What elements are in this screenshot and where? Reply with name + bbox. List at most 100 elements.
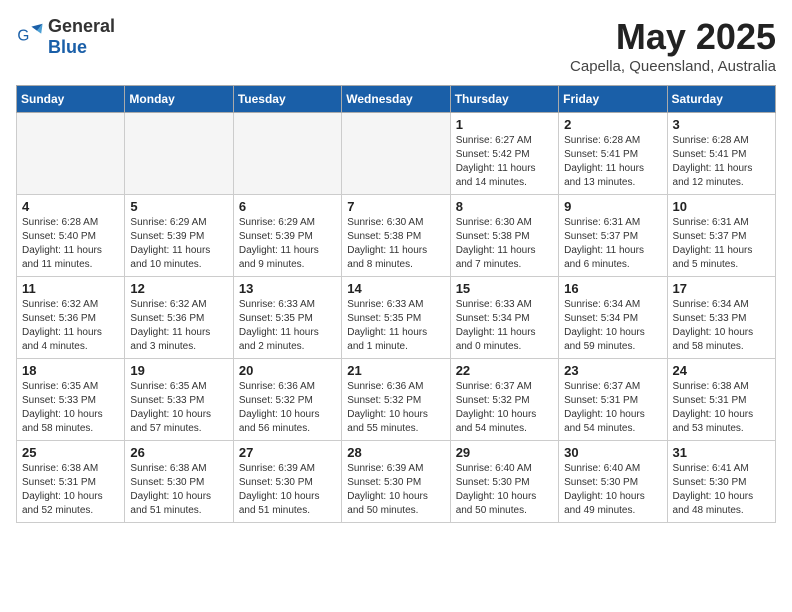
header-monday: Monday xyxy=(125,86,233,113)
calendar-subtitle: Capella, Queensland, Australia xyxy=(570,58,776,75)
day-number: 23 xyxy=(564,363,661,378)
day-info: Sunrise: 6:38 AM Sunset: 5:31 PM Dayligh… xyxy=(673,380,770,436)
day-info: Sunrise: 6:29 AM Sunset: 5:39 PM Dayligh… xyxy=(130,216,227,272)
calendar-header-row: SundayMondayTuesdayWednesdayThursdayFrid… xyxy=(17,86,776,113)
day-info: Sunrise: 6:33 AM Sunset: 5:34 PM Dayligh… xyxy=(456,298,553,354)
day-info: Sunrise: 6:27 AM Sunset: 5:42 PM Dayligh… xyxy=(456,134,553,190)
day-number: 27 xyxy=(239,445,336,460)
day-number: 14 xyxy=(347,281,444,296)
calendar-week-2: 4 Sunrise: 6:28 AM Sunset: 5:40 PM Daylig… xyxy=(17,195,776,277)
day-number: 30 xyxy=(564,445,661,460)
day-info: Sunrise: 6:28 AM Sunset: 5:40 PM Dayligh… xyxy=(22,216,119,272)
calendar-cell: 21 Sunrise: 6:36 AM Sunset: 5:32 PM Dayli… xyxy=(342,359,450,441)
day-number: 10 xyxy=(673,199,770,214)
calendar-cell: 2 Sunrise: 6:28 AM Sunset: 5:41 PM Daylig… xyxy=(559,113,667,195)
day-number: 6 xyxy=(239,199,336,214)
header-saturday: Saturday xyxy=(667,86,775,113)
day-info: Sunrise: 6:30 AM Sunset: 5:38 PM Dayligh… xyxy=(347,216,444,272)
day-number: 17 xyxy=(673,281,770,296)
day-info: Sunrise: 6:39 AM Sunset: 5:30 PM Dayligh… xyxy=(347,462,444,518)
calendar-cell: 10 Sunrise: 6:31 AM Sunset: 5:37 PM Dayli… xyxy=(667,195,775,277)
day-info: Sunrise: 6:31 AM Sunset: 5:37 PM Dayligh… xyxy=(673,216,770,272)
calendar-cell: 27 Sunrise: 6:39 AM Sunset: 5:30 PM Dayli… xyxy=(233,441,341,523)
calendar-week-1: 1 Sunrise: 6:27 AM Sunset: 5:42 PM Daylig… xyxy=(17,113,776,195)
day-info: Sunrise: 6:39 AM Sunset: 5:30 PM Dayligh… xyxy=(239,462,336,518)
day-info: Sunrise: 6:33 AM Sunset: 5:35 PM Dayligh… xyxy=(347,298,444,354)
calendar-cell: 29 Sunrise: 6:40 AM Sunset: 5:30 PM Dayli… xyxy=(450,441,558,523)
day-info: Sunrise: 6:28 AM Sunset: 5:41 PM Dayligh… xyxy=(564,134,661,190)
day-info: Sunrise: 6:35 AM Sunset: 5:33 PM Dayligh… xyxy=(22,380,119,436)
day-number: 21 xyxy=(347,363,444,378)
day-number: 29 xyxy=(456,445,553,460)
logo-text: General Blue xyxy=(48,16,115,58)
day-info: Sunrise: 6:36 AM Sunset: 5:32 PM Dayligh… xyxy=(347,380,444,436)
calendar-cell: 25 Sunrise: 6:38 AM Sunset: 5:31 PM Dayli… xyxy=(17,441,125,523)
day-number: 19 xyxy=(130,363,227,378)
calendar-cell: 4 Sunrise: 6:28 AM Sunset: 5:40 PM Daylig… xyxy=(17,195,125,277)
day-info: Sunrise: 6:29 AM Sunset: 5:39 PM Dayligh… xyxy=(239,216,336,272)
header: G General Blue May 2025 Capella, Queensl… xyxy=(16,16,776,75)
day-number: 1 xyxy=(456,117,553,132)
calendar-cell: 18 Sunrise: 6:35 AM Sunset: 5:33 PM Dayli… xyxy=(17,359,125,441)
logo-icon: G xyxy=(16,21,44,54)
day-number: 13 xyxy=(239,281,336,296)
calendar-cell: 5 Sunrise: 6:29 AM Sunset: 5:39 PM Daylig… xyxy=(125,195,233,277)
day-info: Sunrise: 6:32 AM Sunset: 5:36 PM Dayligh… xyxy=(22,298,119,354)
day-info: Sunrise: 6:34 AM Sunset: 5:34 PM Dayligh… xyxy=(564,298,661,354)
day-info: Sunrise: 6:38 AM Sunset: 5:31 PM Dayligh… xyxy=(22,462,119,518)
calendar-cell: 3Sunrise: 6:28 AM Sunset: 5:41 PM Daylig… xyxy=(667,113,775,195)
day-number: 12 xyxy=(130,281,227,296)
day-info: Sunrise: 6:28 AM Sunset: 5:41 PM Dayligh… xyxy=(673,134,770,190)
day-number: 22 xyxy=(456,363,553,378)
day-info: Sunrise: 6:37 AM Sunset: 5:31 PM Dayligh… xyxy=(564,380,661,436)
calendar-cell: 12 Sunrise: 6:32 AM Sunset: 5:36 PM Dayli… xyxy=(125,277,233,359)
day-number: 5 xyxy=(130,199,227,214)
header-friday: Friday xyxy=(559,86,667,113)
header-sunday: Sunday xyxy=(17,86,125,113)
calendar-cell: 31Sunrise: 6:41 AM Sunset: 5:30 PM Dayli… xyxy=(667,441,775,523)
svg-text:G: G xyxy=(17,27,29,44)
calendar-cell xyxy=(125,113,233,195)
calendar-title: May 2025 xyxy=(570,16,776,58)
day-info: Sunrise: 6:40 AM Sunset: 5:30 PM Dayligh… xyxy=(564,462,661,518)
day-number: 2 xyxy=(564,117,661,132)
calendar-cell: 24Sunrise: 6:38 AM Sunset: 5:31 PM Dayli… xyxy=(667,359,775,441)
day-info: Sunrise: 6:30 AM Sunset: 5:38 PM Dayligh… xyxy=(456,216,553,272)
day-number: 8 xyxy=(456,199,553,214)
day-number: 18 xyxy=(22,363,119,378)
calendar-week-3: 11 Sunrise: 6:32 AM Sunset: 5:36 PM Dayli… xyxy=(17,277,776,359)
calendar-cell: 23 Sunrise: 6:37 AM Sunset: 5:31 PM Dayli… xyxy=(559,359,667,441)
title-section: May 2025 Capella, Queensland, Australia xyxy=(570,16,776,75)
day-number: 25 xyxy=(22,445,119,460)
day-info: Sunrise: 6:35 AM Sunset: 5:33 PM Dayligh… xyxy=(130,380,227,436)
day-info: Sunrise: 6:38 AM Sunset: 5:30 PM Dayligh… xyxy=(130,462,227,518)
calendar-cell: 14 Sunrise: 6:33 AM Sunset: 5:35 PM Dayli… xyxy=(342,277,450,359)
day-info: Sunrise: 6:34 AM Sunset: 5:33 PM Dayligh… xyxy=(673,298,770,354)
logo: G General Blue xyxy=(16,16,115,58)
day-number: 28 xyxy=(347,445,444,460)
calendar-week-5: 25 Sunrise: 6:38 AM Sunset: 5:31 PM Dayli… xyxy=(17,441,776,523)
calendar-cell: 8 Sunrise: 6:30 AM Sunset: 5:38 PM Daylig… xyxy=(450,195,558,277)
day-info: Sunrise: 6:32 AM Sunset: 5:36 PM Dayligh… xyxy=(130,298,227,354)
calendar-table: SundayMondayTuesdayWednesdayThursdayFrid… xyxy=(16,85,776,523)
calendar-cell xyxy=(342,113,450,195)
calendar-cell xyxy=(17,113,125,195)
calendar-cell: 22Sunrise: 6:37 AM Sunset: 5:32 PM Dayli… xyxy=(450,359,558,441)
day-number: 26 xyxy=(130,445,227,460)
day-info: Sunrise: 6:33 AM Sunset: 5:35 PM Dayligh… xyxy=(239,298,336,354)
calendar-cell: 26 Sunrise: 6:38 AM Sunset: 5:30 PM Dayli… xyxy=(125,441,233,523)
header-thursday: Thursday xyxy=(450,86,558,113)
day-number: 31 xyxy=(673,445,770,460)
calendar-week-4: 18 Sunrise: 6:35 AM Sunset: 5:33 PM Dayli… xyxy=(17,359,776,441)
day-number: 11 xyxy=(22,281,119,296)
day-info: Sunrise: 6:36 AM Sunset: 5:32 PM Dayligh… xyxy=(239,380,336,436)
calendar-cell: 13 Sunrise: 6:33 AM Sunset: 5:35 PM Dayli… xyxy=(233,277,341,359)
calendar-cell: 20Sunrise: 6:36 AM Sunset: 5:32 PM Dayli… xyxy=(233,359,341,441)
day-info: Sunrise: 6:31 AM Sunset: 5:37 PM Dayligh… xyxy=(564,216,661,272)
day-number: 7 xyxy=(347,199,444,214)
day-number: 4 xyxy=(22,199,119,214)
calendar-cell: 11 Sunrise: 6:32 AM Sunset: 5:36 PM Dayli… xyxy=(17,277,125,359)
header-tuesday: Tuesday xyxy=(233,86,341,113)
calendar-cell: 28 Sunrise: 6:39 AM Sunset: 5:30 PM Dayli… xyxy=(342,441,450,523)
day-info: Sunrise: 6:40 AM Sunset: 5:30 PM Dayligh… xyxy=(456,462,553,518)
